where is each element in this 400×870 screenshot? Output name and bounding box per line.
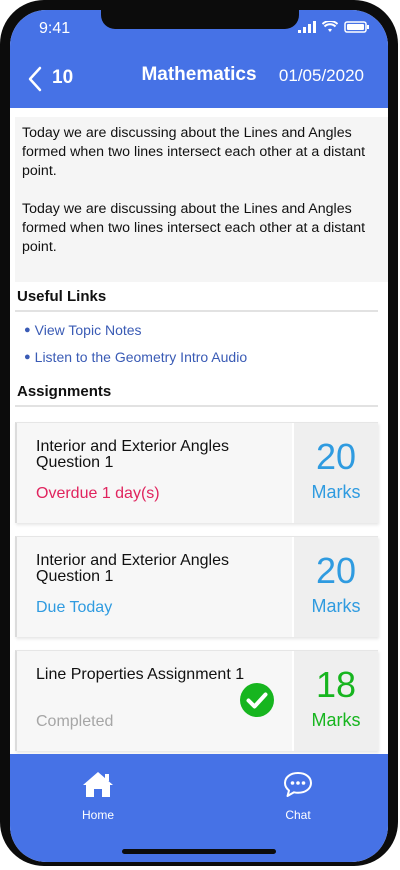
header-date: 01/05/2020 <box>278 66 364 85</box>
wifi-icon <box>322 21 338 32</box>
marks-box: 20 Marks <box>292 423 378 523</box>
bottom-navigation: Home Chat <box>10 754 388 862</box>
marks-value: 20 <box>315 550 357 591</box>
chat-icon[interactable] <box>282 770 314 798</box>
marks-box: 20 Marks <box>292 537 378 637</box>
battery-icon <box>344 21 369 33</box>
status-time: 9:41 <box>39 20 71 37</box>
assignment-status: Overdue 1 day(s) <box>36 485 160 502</box>
assignment-title: Interior and Exterior Angles Question 1 <box>36 438 229 471</box>
marks-label: Marks <box>311 710 361 730</box>
home-icon[interactable] <box>81 770 115 798</box>
assignment-title: Line Properties Assignment 1 <box>36 666 245 683</box>
bullet-icon: ● <box>24 324 31 336</box>
nav-chat[interactable]: Chat <box>258 770 338 822</box>
phone-frame: 9:41 10 Mathematics 01/05/2020 Today we … <box>0 0 398 866</box>
status-icons <box>298 21 370 33</box>
section-divider <box>15 310 378 312</box>
link-view-topic-notes[interactable]: ● View Topic Notes <box>24 322 142 338</box>
intro-text-block: Today we are discussing about the Lines … <box>15 117 388 282</box>
bullet-icon: ● <box>24 351 31 363</box>
intro-paragraph: Today we are discussing about the Lines … <box>22 125 366 179</box>
marks-value: 18 <box>315 664 357 705</box>
assignment-status: Completed <box>36 713 114 730</box>
marks-label: Marks <box>311 482 361 502</box>
signal-icon <box>298 21 316 33</box>
notch <box>101 10 299 29</box>
assignment-card[interactable]: Interior and Exterior Angles Question 1 … <box>15 536 378 637</box>
assignment-status: Due Today <box>36 599 113 616</box>
nav-home[interactable]: Home <box>58 770 138 822</box>
assignment-card[interactable]: Interior and Exterior Angles Question 1 … <box>15 422 378 523</box>
link-label[interactable]: Listen to the Geometry Intro Audio <box>35 349 247 365</box>
useful-links-heading: Useful Links <box>17 288 107 305</box>
marks-label: Marks <box>311 596 361 616</box>
intro-paragraph: Today we are discussing about the Lines … <box>22 201 366 255</box>
nav-home-label[interactable]: Home <box>58 808 138 822</box>
link-label[interactable]: View Topic Notes <box>35 322 142 338</box>
app-screen: 9:41 10 Mathematics 01/05/2020 Today we … <box>10 10 388 862</box>
nav-chat-label[interactable]: Chat <box>258 808 338 822</box>
assignment-title: Interior and Exterior Angles Question 1 <box>36 552 229 585</box>
main-content[interactable]: Today we are discussing about the Lines … <box>10 108 388 754</box>
assignment-card[interactable]: Line Properties Assignment 1 Completed 1… <box>15 650 378 751</box>
section-divider <box>15 405 378 407</box>
check-circle-icon <box>240 683 274 717</box>
home-indicator <box>122 849 276 854</box>
marks-value: 20 <box>315 436 357 477</box>
marks-box: 18 Marks <box>292 651 378 751</box>
link-geometry-intro-audio[interactable]: ● Listen to the Geometry Intro Audio <box>24 349 247 365</box>
assignments-heading: Assignments <box>17 383 112 400</box>
